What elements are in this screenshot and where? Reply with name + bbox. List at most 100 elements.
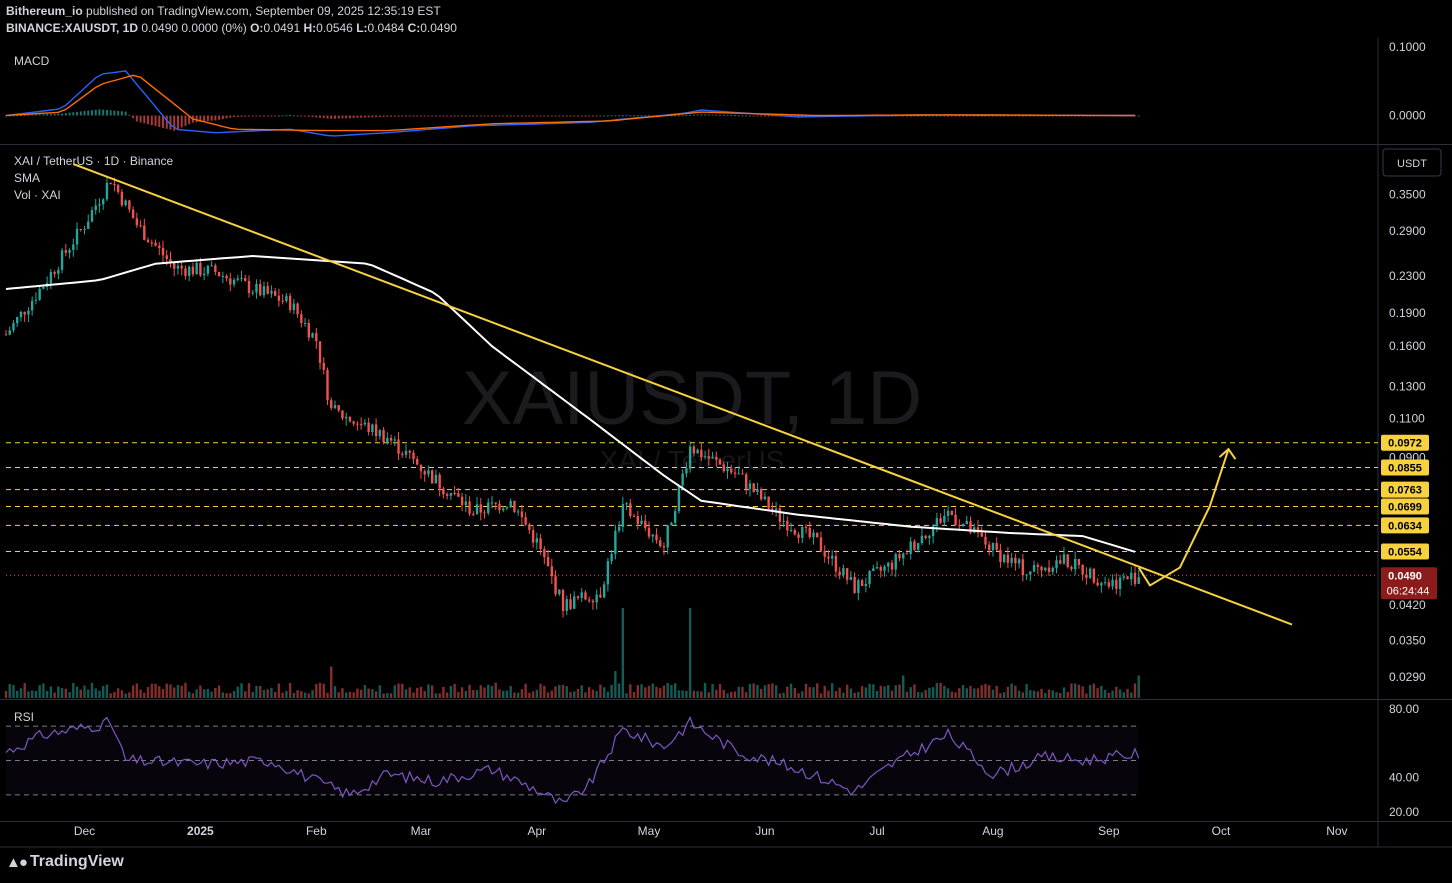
volume-bar: [273, 691, 277, 698]
candle-body: [27, 310, 30, 315]
macd-hist-bar: [423, 115, 426, 117]
volume-bar: [16, 690, 19, 698]
volume-bar: [333, 686, 337, 698]
volume-bar: [180, 685, 183, 698]
candle-body: [161, 247, 165, 256]
macd-hist-bar: [247, 115, 250, 117]
macd-hist-bar: [494, 115, 497, 117]
volume-bar: [169, 684, 172, 698]
volume-bar: [774, 685, 778, 698]
macd-hist-bar: [270, 115, 273, 117]
candle-body: [819, 537, 823, 552]
volume-bar: [449, 685, 453, 698]
candle-body: [210, 265, 213, 267]
candle-body: [401, 453, 404, 455]
volume-bar: [457, 692, 460, 698]
volume-bar: [113, 691, 116, 698]
candle-body: [954, 514, 957, 526]
candle-body: [569, 599, 572, 609]
volume-bar: [737, 686, 740, 698]
candle-body: [965, 520, 968, 525]
volume-bar: [875, 690, 879, 698]
volume-bar: [199, 685, 202, 698]
volume-bar: [890, 690, 894, 698]
volume-bar: [1111, 690, 1114, 698]
volume-bar: [703, 682, 707, 698]
candle-body: [367, 422, 370, 433]
macd-hist-bar: [614, 115, 617, 117]
chart-canvas[interactable]: XAIUSDT, 1DXAI / TetherUSMACDXAI / Tethe…: [0, 0, 1452, 883]
candle-body: [285, 295, 288, 301]
volume-bar: [363, 685, 367, 698]
candle-body: [502, 508, 505, 511]
volume-bar: [1103, 689, 1107, 698]
candle-body: [662, 546, 666, 548]
volume-bar: [920, 692, 924, 698]
last-price-label: 0.0490: [1388, 570, 1422, 582]
candle-body: [139, 225, 142, 227]
candle-body: [217, 272, 221, 277]
candle-body: [131, 209, 135, 219]
volume-bar: [782, 692, 785, 698]
level-label: 0.0699: [1388, 502, 1422, 514]
time-tick-label: Jun: [755, 824, 774, 838]
candle-body: [1025, 574, 1028, 576]
volume-bar: [408, 687, 411, 698]
volume-bar: [733, 691, 737, 698]
time-tick-label: Jul: [869, 824, 884, 838]
volume-bar: [221, 692, 225, 698]
volume-bar: [550, 690, 554, 698]
volume-bar: [1051, 690, 1054, 698]
candle-body: [195, 262, 198, 275]
macd-hist-bar: [210, 115, 213, 121]
macd-hist-bar: [87, 110, 90, 116]
macd-hist-bar: [348, 115, 351, 119]
macd-hist-bar: [143, 115, 146, 124]
time-tick-label: Feb: [306, 824, 327, 838]
volume-bar: [819, 693, 823, 698]
candle-body: [857, 580, 860, 593]
volume-bar: [524, 683, 527, 698]
candle-body: [509, 500, 512, 508]
volume-label: Vol · XAI: [14, 188, 61, 202]
volume-bar: [464, 691, 468, 698]
volume-bar: [341, 688, 344, 698]
candle-body: [371, 424, 374, 433]
candle-body: [79, 228, 82, 230]
volume-bar: [120, 690, 124, 698]
volume-bar: [816, 683, 819, 698]
macd-hist-bar: [154, 115, 157, 127]
tradingview-logo[interactable]: ▲● TradingView: [6, 853, 124, 871]
candle-body: [1096, 582, 1099, 586]
candle-body: [651, 534, 654, 537]
candle-body: [1066, 554, 1069, 567]
level-label: 0.0634: [1388, 520, 1423, 532]
volume-bar: [128, 692, 131, 698]
volume-bar: [898, 684, 901, 698]
volume-bar: [546, 692, 550, 698]
volume-bar: [943, 685, 946, 698]
macd-hist-bar: [554, 115, 557, 117]
candle-body: [232, 279, 236, 285]
candle-body: [842, 568, 845, 576]
volume-bar: [382, 693, 385, 698]
candle-body: [341, 410, 344, 419]
candle-body: [640, 520, 643, 524]
candle-body: [576, 596, 580, 598]
candle-body: [625, 503, 628, 505]
candle-body: [430, 470, 434, 484]
macd-hist-bar: [307, 115, 310, 117]
volume-bar: [909, 687, 912, 698]
volume-bar: [763, 685, 767, 698]
volume-bar: [45, 690, 49, 698]
candle-body: [494, 502, 497, 504]
volume-bar: [154, 683, 157, 698]
candle-body: [150, 242, 153, 244]
candle-body: [823, 551, 826, 557]
macd-hist-bar: [741, 115, 744, 117]
macd-hist-bar: [203, 115, 206, 122]
volume-bar: [718, 684, 722, 698]
volume-bar: [636, 685, 639, 698]
candle-body: [587, 599, 591, 601]
price-tick-label: 0.0290: [1389, 670, 1426, 684]
